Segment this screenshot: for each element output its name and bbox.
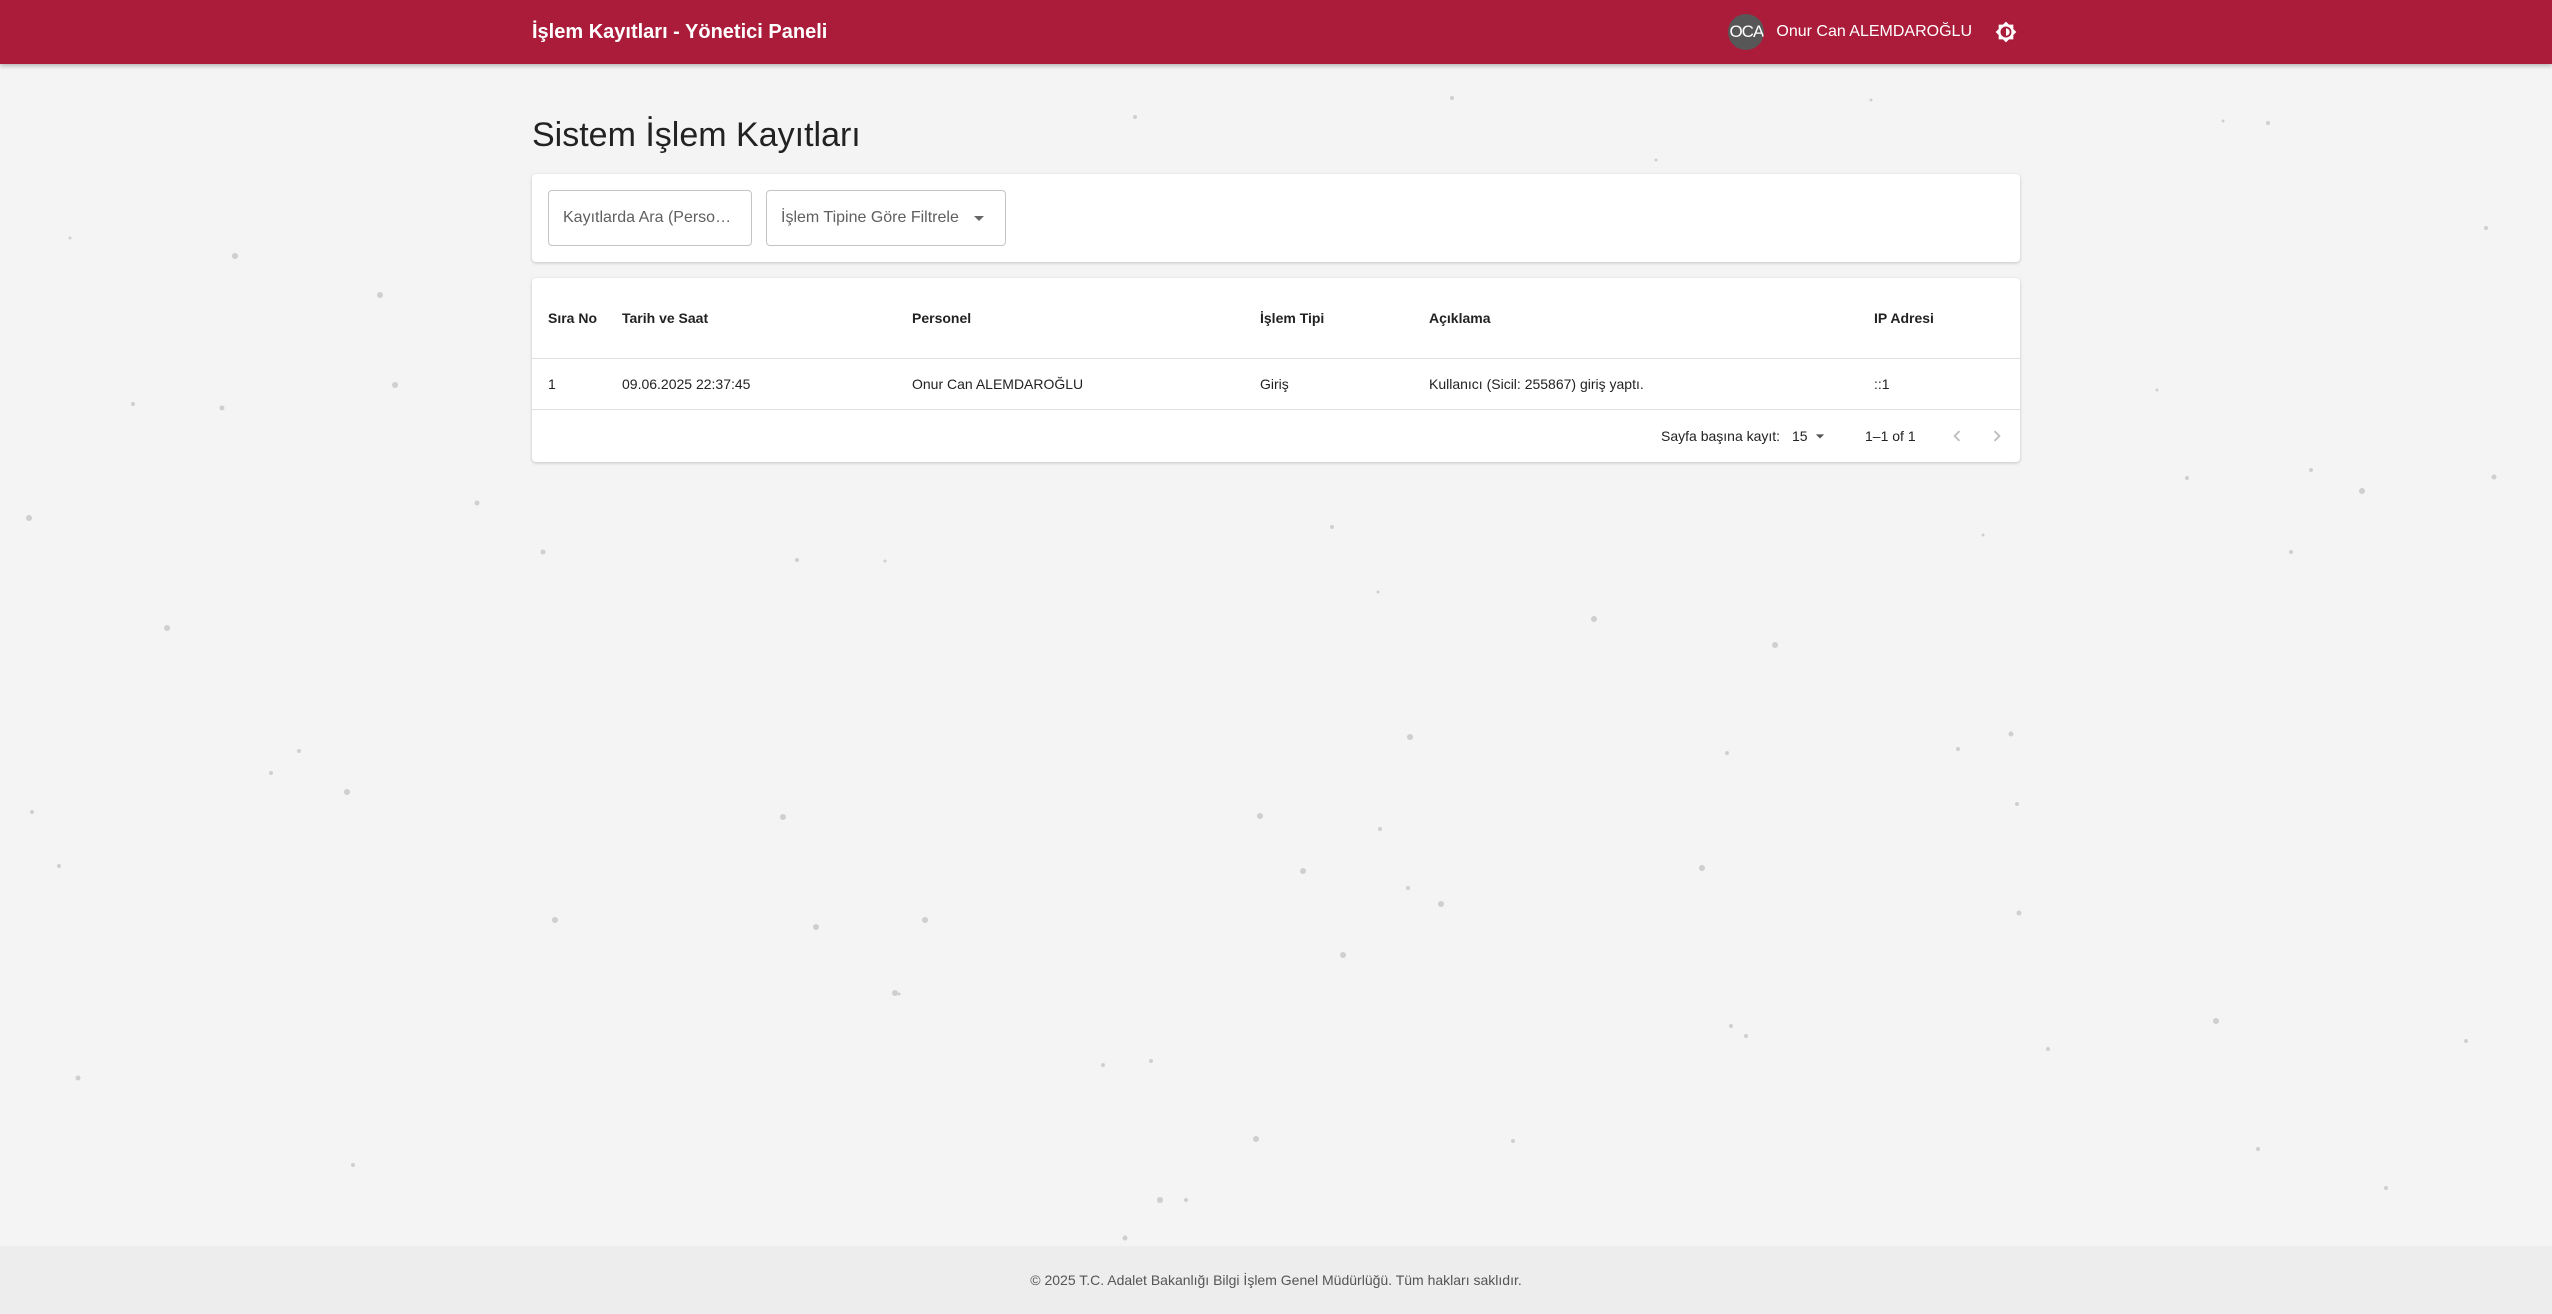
- chevron-left-icon: [1953, 430, 1961, 442]
- cell-description: Kullanıcı (Sicil: 255867) giriş yaptı.: [1429, 376, 1644, 392]
- type-filter-select[interactable]: İşlem Tipine Göre Filtrele: [766, 190, 1006, 246]
- brightness-icon: [1995, 21, 2017, 43]
- column-header-ip[interactable]: IP Adresi: [1874, 278, 1934, 358]
- theme-toggle-button[interactable]: [1990, 16, 2022, 48]
- column-header-type[interactable]: İşlem Tipi: [1260, 278, 1324, 358]
- chevron-right-icon: [1993, 430, 2001, 442]
- arrow-drop-down-icon: [974, 216, 984, 221]
- search-input[interactable]: [548, 190, 752, 246]
- column-header-description[interactable]: Açıklama: [1429, 278, 1490, 358]
- cell-seq: 1: [548, 376, 556, 392]
- user-avatar[interactable]: OCA: [1728, 14, 1765, 50]
- page-range: 1–1 of 1: [1865, 428, 1916, 444]
- cell-personnel: Onur Can ALEMDAROĞLU: [912, 376, 1084, 392]
- column-header-datetime[interactable]: Tarih ve Saat: [622, 278, 708, 358]
- arrow-drop-down-icon: [1815, 434, 1824, 439]
- prev-page-button[interactable]: [1946, 410, 1968, 462]
- column-header-personnel[interactable]: Personel: [912, 278, 971, 358]
- pagination: Sayfa başına kayıt: 15 1–1 of 1: [532, 410, 2020, 462]
- column-header-seq[interactable]: Sıra No: [548, 278, 598, 358]
- cell-datetime: 09.06.2025 22:37:45: [622, 376, 751, 392]
- footer-text: © 2025 T.C. Adalet Bakanlığı Bilgi İşlem…: [1030, 1272, 1522, 1288]
- type-filter-label: İşlem Tipine Göre Filtrele: [781, 209, 959, 226]
- cell-ip: ::1: [1874, 376, 1890, 392]
- user-area: OCA Onur Can ALEMDAROĞLU: [1728, 0, 2022, 64]
- page-title: Sistem İşlem Kayıtları: [532, 116, 861, 154]
- rows-per-page-value: 15: [1792, 428, 1808, 444]
- cell-type: Giriş: [1260, 376, 1289, 392]
- app-title: İşlem Kayıtları - Yönetici Paneli: [532, 21, 828, 43]
- table-header: Sıra No Tarih ve Saat Personel İşlem Tip…: [532, 278, 2020, 359]
- rows-per-page-label: Sayfa başına kayıt:: [1661, 428, 1781, 444]
- user-name: Onur Can ALEMDAROĞLU: [1776, 23, 1972, 40]
- filter-panel: İşlem Tipine Göre Filtrele: [532, 174, 2020, 262]
- next-page-button[interactable]: [1986, 410, 2008, 462]
- footer: © 2025 T.C. Adalet Bakanlığı Bilgi İşlem…: [0, 1246, 2552, 1314]
- table-row[interactable]: 1 09.06.2025 22:37:45 Onur Can ALEMDAROĞ…: [532, 359, 2020, 410]
- logs-table: Sıra No Tarih ve Saat Personel İşlem Tip…: [532, 278, 2020, 462]
- app-bar: İşlem Kayıtları - Yönetici Paneli OCA On…: [0, 0, 2552, 64]
- rows-per-page-select[interactable]: 15: [1792, 410, 1830, 462]
